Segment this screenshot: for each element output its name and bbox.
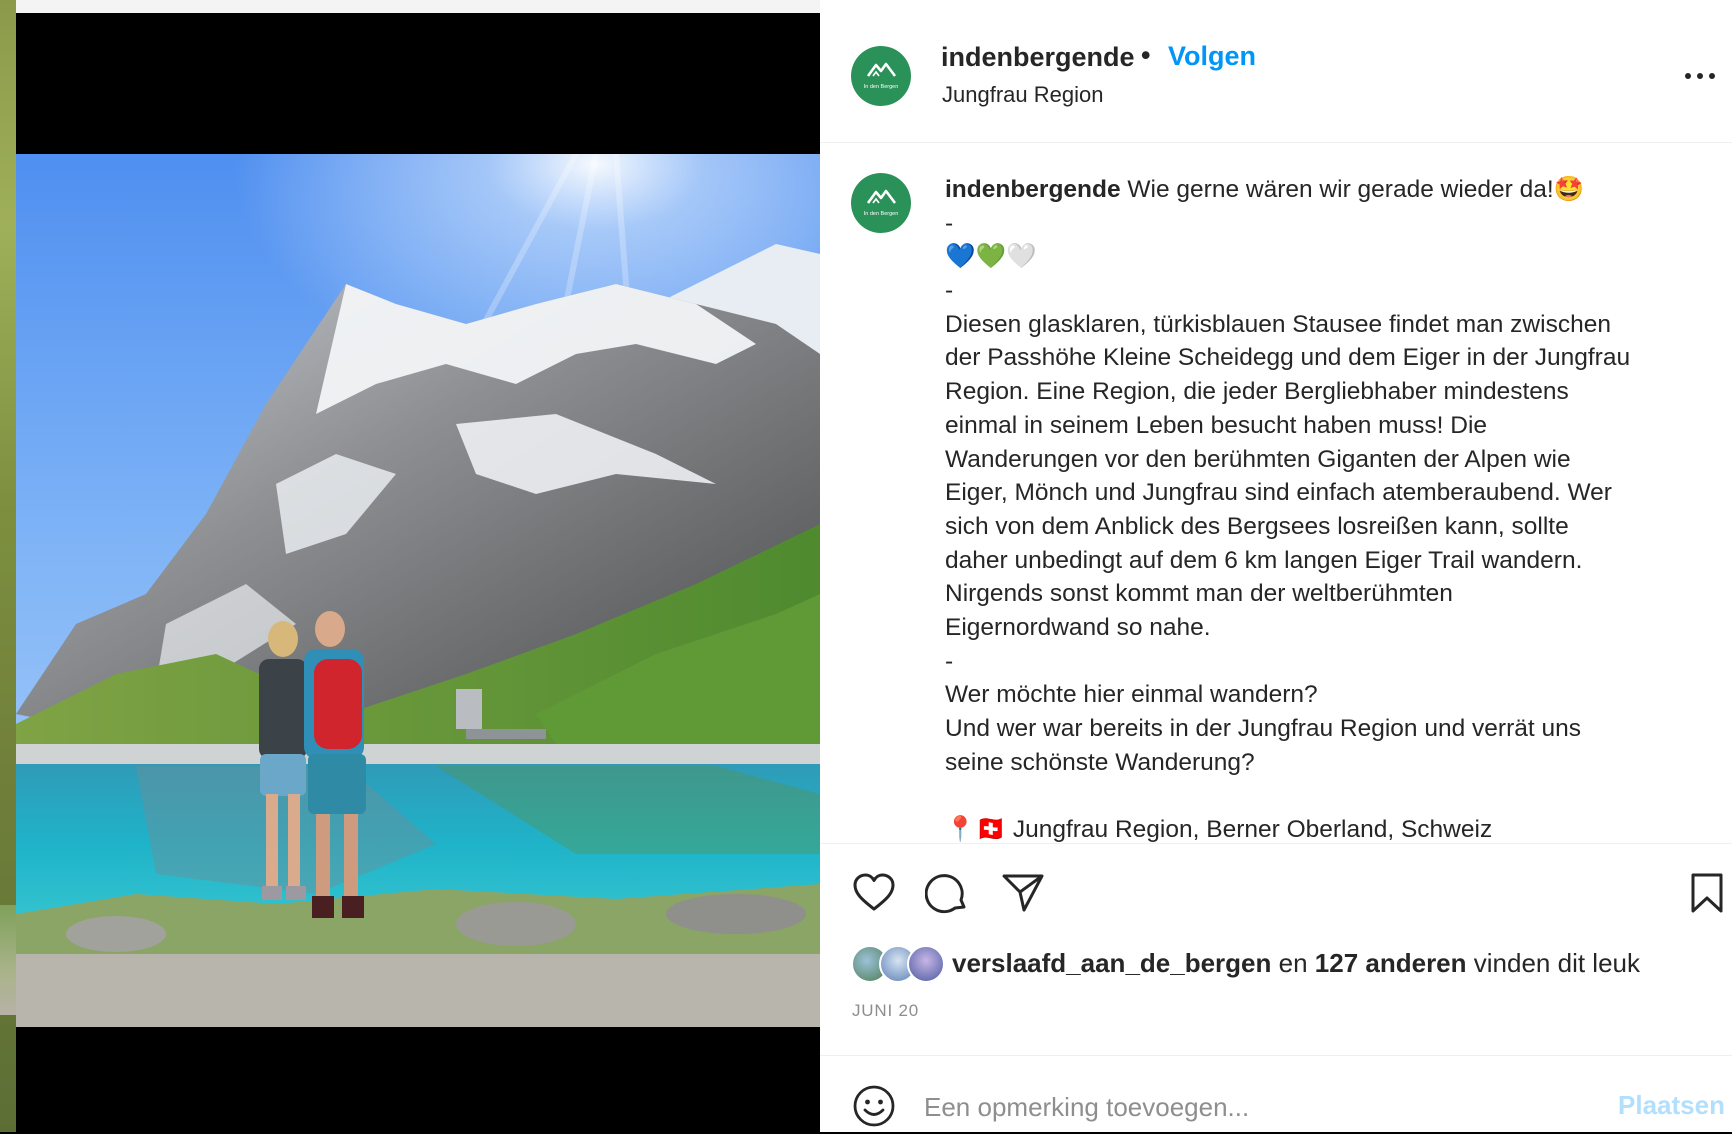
profile-avatar[interactable]: In den Bergen [851, 46, 911, 106]
comment-button[interactable] [924, 870, 971, 916]
comment-divider [820, 1055, 1732, 1056]
location-link[interactable]: Jungfrau Region [942, 82, 1103, 108]
caption-line: - [945, 647, 954, 675]
caption-area: In den Bergen indenbergende Wie gerne wä… [820, 143, 1732, 842]
caption-location-line: 📍🇨🇭 Jungfrau Region, Berner Oberland, Sc… [945, 816, 1493, 842]
actions-divider [820, 843, 1732, 844]
more-options-button[interactable] [1680, 56, 1720, 96]
post-date[interactable]: JUNI 20 [852, 1001, 919, 1021]
caption-line: einmal in seinem Leben besucht haben mus… [945, 411, 1488, 439]
caption-line: daher unbedingt auf dem 6 km langen Eige… [945, 546, 1583, 574]
caption-username[interactable]: indenbergende [945, 176, 1121, 203]
comment-bubble-icon [924, 874, 966, 914]
caption-line: Region. Eine Region, die jeder Bergliebh… [945, 378, 1569, 406]
likes-summary: verslaafd_aan_de_bergen en 127 anderen v… [952, 948, 1640, 979]
save-button[interactable] [1687, 870, 1727, 916]
caption-line: Eigernordwand so nahe. [945, 613, 1211, 641]
caption-line: der Passhöhe Kleine Scheidegg und dem Ei… [945, 344, 1631, 372]
caption-line: Nirgends sonst kommt man der weltberühmt… [945, 580, 1453, 608]
avatar-logo-text: In den Bergen [864, 211, 899, 217]
caption-text: indenbergende Wie gerne wären wir gerade… [945, 173, 1715, 842]
emoji-button[interactable] [851, 1083, 897, 1129]
caption-line: seine schönste Wanderung? [945, 748, 1255, 776]
mountain-logo-icon: In den Bergen [864, 62, 899, 90]
mountain-logo-icon: In den Bergen [864, 189, 899, 217]
follow-button[interactable]: Volgen [1168, 41, 1256, 72]
caption-line: Und wer war bereits in der Jungfrau Regi… [945, 715, 1581, 742]
caption-line: 💙💚🤍 [945, 243, 1037, 271]
avatar-logo-text: In den Bergen [864, 84, 899, 90]
caption-line: - [945, 209, 954, 237]
comment-input[interactable] [924, 1085, 1584, 1129]
caption-line: sich von dem Anblick des Bergsees losrei… [945, 512, 1569, 540]
caption-line: Eiger, Mönch und Jungfrau sind einfach a… [945, 479, 1612, 507]
likes-suffix: vinden dit leuk [1473, 948, 1640, 978]
likes-connector: en [1278, 948, 1308, 978]
post-media[interactable] [16, 13, 820, 1132]
like-button[interactable] [851, 870, 897, 916]
post-panel: In den Bergen indenbergende • Volgen Jun… [820, 0, 1732, 1132]
caption-headline: Wie gerne wären wir gerade wieder da!🤩 [1127, 176, 1585, 203]
heart-icon [853, 873, 895, 911]
caption-line: - [945, 277, 954, 305]
caption-line: Diesen glasklaren, türkisblauen Stausee … [945, 310, 1611, 338]
header-username[interactable]: indenbergende [941, 42, 1135, 73]
first-liker-link[interactable]: verslaafd_aan_de_bergen [952, 948, 1271, 978]
bookmark-icon [1691, 873, 1723, 913]
caption-avatar[interactable]: In den Bergen [851, 173, 911, 233]
post-header: In den Bergen indenbergende • Volgen Jun… [820, 0, 1732, 143]
share-button[interactable] [1000, 870, 1046, 916]
others-likes-link[interactable]: 127 anderen [1315, 948, 1467, 978]
caption-line [945, 779, 1715, 813]
paper-plane-icon [1002, 874, 1044, 912]
liker-avatar [907, 945, 945, 983]
top-bar [16, 0, 820, 13]
caption-line: Wer möchte hier einmal wandern? [945, 681, 1318, 709]
post-comment-button[interactable]: Plaatsen [1618, 1090, 1725, 1121]
liker-avatars[interactable] [851, 945, 951, 985]
caption-line: Wanderungen vor den berühmten Giganten d… [945, 445, 1571, 473]
smiley-icon [853, 1085, 895, 1127]
photo-overhang [0, 905, 16, 1015]
caption-first-line: indenbergende Wie gerne wären wir gerade… [945, 173, 1715, 207]
more-horizontal-icon [1685, 73, 1715, 79]
separator-dot: • [1141, 40, 1151, 70]
post-photo [16, 154, 820, 1027]
